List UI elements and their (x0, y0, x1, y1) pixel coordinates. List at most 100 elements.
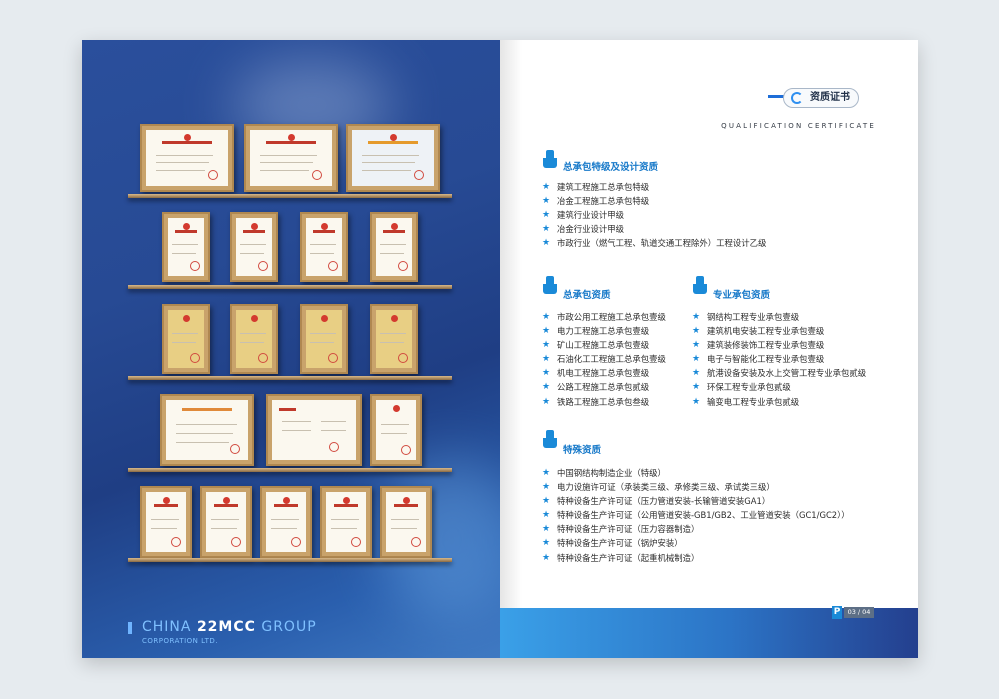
qualification-ring-icon (791, 92, 803, 104)
list-item: ★ 石油化工工程施工总承包壹级 (542, 352, 666, 366)
right-page-qualifications: 资质证书 QUALIFICATION CERTIFICATE 总承包特级及设计资… (500, 40, 918, 658)
certificate-frame-gold (300, 304, 348, 374)
list-item: ★ 航港设备安装及水上交管工程专业承包贰级 (692, 366, 866, 380)
page-p-icon: P (832, 606, 842, 619)
star-bullet-icon: ★ (542, 396, 551, 407)
shelf (128, 468, 452, 472)
star-bullet-icon: ★ (542, 510, 551, 521)
star-bullet-icon: ★ (542, 354, 551, 365)
star-bullet-icon: ★ (542, 326, 551, 337)
section-title-contract: 总承包资质 (563, 290, 611, 301)
certificate-frame-power-facility (160, 394, 254, 466)
certificate-frame (260, 486, 312, 558)
list-item: ★ 特种设备生产许可证（锅炉安装） (542, 536, 850, 550)
badge-accent (768, 95, 784, 98)
star-bullet-icon: ★ (542, 312, 551, 322)
list-contract: ★ 市政公用工程施工总承包壹级 ★ 电力工程施工总承包壹级 ★ 矿山工程施工总承包壹级… (542, 310, 666, 409)
star-bullet-icon: ★ (692, 354, 701, 365)
list-item: ★ 电力设施许可证（承装类三级、承修类三级、承试类三级） (542, 480, 850, 494)
certificate-frame (140, 486, 192, 558)
star-bullet-icon: ★ (692, 382, 701, 393)
star-bullet-icon: ★ (542, 552, 551, 563)
certificate-frame-gold (162, 304, 210, 374)
star-bullet-icon: ★ (692, 312, 701, 322)
trophy-icon (543, 430, 557, 448)
star-bullet-icon: ★ (542, 224, 551, 235)
logo-accent-bar (128, 622, 132, 634)
star-bullet-icon: ★ (692, 396, 701, 407)
logo-word-china: CHINA (142, 619, 192, 635)
shelf (128, 376, 452, 380)
list-general: ★ 建筑工程施工总承包特级 ★ 冶金工程施工总承包特级 ★ 建筑行业设计甲级 ★ 冶金行… (542, 180, 766, 250)
certificate-frame (370, 394, 422, 466)
star-bullet-icon: ★ (542, 468, 551, 478)
star-bullet-icon: ★ (692, 326, 701, 337)
star-bullet-icon: ★ (692, 368, 701, 379)
list-item: ★ 钢结构工程专业承包壹级 (692, 310, 866, 324)
star-bullet-icon: ★ (542, 382, 551, 393)
section-title-general: 总承包特级及设计资质 (563, 162, 659, 173)
list-item: ★ 输变电工程专业承包贰级 (692, 395, 866, 409)
certificate-frame-safety-permit (346, 124, 440, 192)
star-bullet-icon: ★ (542, 368, 551, 379)
certificate-frame-special-equipment (266, 394, 362, 466)
list-item: ★ 冶金工程施工总承包特级 (542, 194, 766, 208)
star-bullet-icon: ★ (542, 182, 551, 192)
star-bullet-icon: ★ (542, 524, 551, 535)
list-item: ★ 建筑行业设计甲级 (542, 208, 766, 222)
certificate-frame (370, 212, 418, 282)
list-item: ★ 电力工程施工总承包壹级 (542, 324, 666, 338)
trophy-icon (543, 150, 557, 168)
company-logo-text: CHINA 22MCC GROUP (142, 619, 317, 635)
logo-word-group: GROUP (261, 619, 317, 635)
list-item: ★ 建筑机电安装工程专业承包壹级 (692, 324, 866, 338)
certificate-frame-business-license (140, 124, 234, 192)
section-title-specialty: 专业承包资质 (713, 290, 771, 301)
list-item: ★ 特种设备生产许可证（压力容器制造） (542, 522, 850, 536)
certificate-frame (380, 486, 432, 558)
list-item: ★ 市政公用工程施工总承包壹级 (542, 310, 666, 324)
star-bullet-icon: ★ (542, 496, 551, 507)
list-item: ★ 矿山工程施工总承包壹级 (542, 338, 666, 352)
list-special: ★ 中国钢结构制造企业（特级） ★ 电力设施许可证（承装类三级、承修类三级、承试类三… (542, 466, 850, 565)
list-item: ★ 特种设备生产许可证（压力管道安装-长输管道安装GA1） (542, 494, 850, 508)
certificate-frame (320, 486, 372, 558)
list-item: ★ 建筑装修装饰工程专业承包壹级 (692, 338, 866, 352)
certificate-frame-gold (230, 304, 278, 374)
trophy-icon (693, 276, 707, 294)
star-bullet-icon: ★ (542, 538, 551, 549)
list-item: ★ 建筑工程施工总承包特级 (542, 180, 766, 194)
company-logo-subtext: CORPORATION LTD. (142, 637, 218, 645)
certificate-frame (162, 212, 210, 282)
list-item: ★ 电子与智能化工程专业承包壹级 (692, 352, 866, 366)
trophy-icon (543, 276, 557, 294)
certificate-frame-gold (370, 304, 418, 374)
page-fold-shadow (500, 40, 522, 658)
page-number: 03 / 04 (844, 607, 874, 618)
star-bullet-icon: ★ (542, 196, 551, 207)
left-page-certificate-wall: CHINA 22MCC GROUP CORPORATION LTD. (82, 40, 500, 658)
section-title-special: 特殊资质 (563, 445, 602, 456)
list-specialty: ★ 钢结构工程专业承包壹级 ★ 建筑机电安装工程专业承包壹级 ★ 建筑装修装饰工程专业… (692, 310, 866, 409)
list-item: ★ 特种设备生产许可证（公用管道安装-GB1/GB2、工业管道安装（GC1/GC2… (542, 508, 850, 522)
star-bullet-icon: ★ (692, 340, 701, 351)
list-item: ★ 铁路工程施工总承包叁级 (542, 395, 666, 409)
logo-word-22mcc: 22MCC (196, 619, 256, 635)
list-item: ★ 冶金行业设计甲级 (542, 222, 766, 236)
list-item: ★ 特种设备生产许可证（起重机械制造） (542, 551, 850, 565)
list-item: ★ 中国钢结构制造企业（特级） (542, 466, 850, 480)
brochure-spread: CHINA 22MCC GROUP CORPORATION LTD. 资质证书 … (82, 40, 918, 658)
star-bullet-icon: ★ (542, 482, 551, 493)
star-bullet-icon: ★ (542, 238, 551, 249)
star-bullet-icon: ★ (542, 340, 551, 351)
shelf (128, 558, 452, 562)
certificate-frame (200, 486, 252, 558)
english-subtitle: QUALIFICATION CERTIFICATE (721, 122, 876, 130)
star-bullet-icon: ★ (542, 210, 551, 221)
shelf (128, 194, 452, 198)
list-item: ★ 公路工程施工总承包贰级 (542, 380, 666, 394)
list-item: ★ 市政行业（燃气工程、轨道交通工程除外）工程设计乙级 (542, 236, 766, 250)
certificate-frame-business-license-copy (244, 124, 338, 192)
certificate-frame (230, 212, 278, 282)
list-item: ★ 环保工程专业承包贰级 (692, 380, 866, 394)
